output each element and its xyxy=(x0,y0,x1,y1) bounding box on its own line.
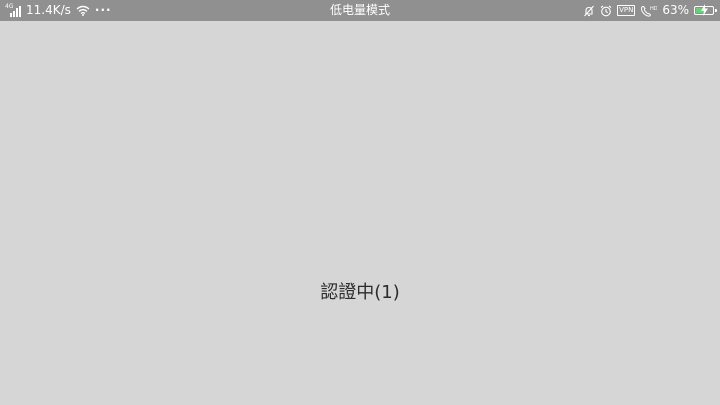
mute-bell-icon xyxy=(583,5,595,17)
status-bar-left: 4G 11.4K/s ··· xyxy=(5,0,112,21)
vpn-icon: VPN xyxy=(617,5,636,16)
wifi-icon xyxy=(76,5,90,16)
status-bar-right: VPN HD 63% xyxy=(583,0,717,21)
authentication-status-message: 認證中(1) xyxy=(320,282,400,303)
network-speed: 11.4K/s xyxy=(26,3,71,17)
status-bar: 4G 11.4K/s ··· 低电量模式 VPN HD 63% xyxy=(0,0,720,21)
hd-call-icon: HD xyxy=(640,5,657,17)
more-icon: ··· xyxy=(94,3,112,17)
alarm-icon xyxy=(600,5,612,17)
signal-icon: 4G xyxy=(5,3,21,17)
battery-icon xyxy=(694,4,717,16)
battery-percent: 63% xyxy=(662,3,689,17)
hd-label: HD xyxy=(650,6,657,12)
